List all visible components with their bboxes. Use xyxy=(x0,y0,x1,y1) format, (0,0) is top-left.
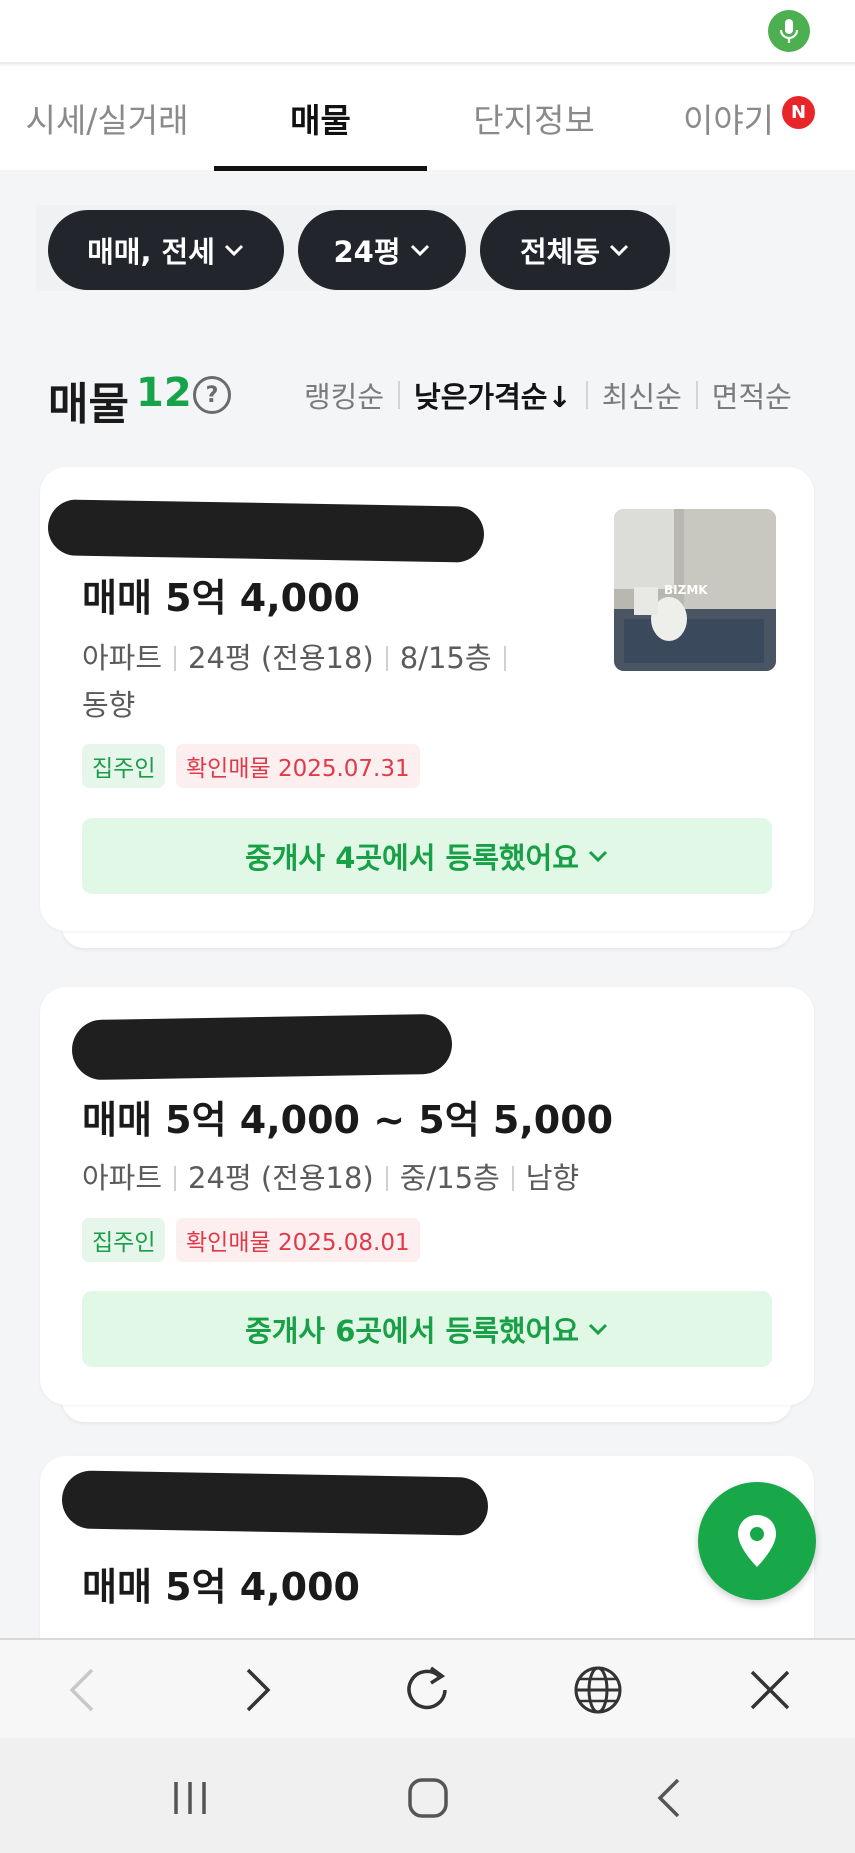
recent-apps-icon[interactable] xyxy=(160,1768,220,1828)
sort-ranking[interactable]: 랭킹순 xyxy=(304,374,384,416)
tab-complex-info[interactable]: 단지정보 xyxy=(427,66,641,170)
divider xyxy=(695,381,698,409)
redacted-name xyxy=(61,1470,489,1536)
help-icon[interactable]: ? xyxy=(193,376,231,414)
tab-price-history[interactable]: 시세/실거래 xyxy=(0,66,214,170)
sort-low-price[interactable]: 낮은가격순↓ xyxy=(414,374,572,416)
owner-tag: 집주인 xyxy=(82,1218,166,1262)
home-icon[interactable] xyxy=(398,1768,458,1828)
sort-newest[interactable]: 최신순 xyxy=(602,374,682,416)
info-floor: 중/15층 xyxy=(399,1161,500,1195)
listings-title: 매물 xyxy=(48,379,129,430)
listing-price: 매매 5억 4,000 ~ 5억 5,000 xyxy=(82,1098,614,1142)
info-size: 24평 (전용18) xyxy=(188,641,374,675)
globe-icon[interactable] xyxy=(570,1662,626,1718)
chevron-down-icon xyxy=(224,244,243,257)
owner-tag: 집주인 xyxy=(82,744,166,788)
filter-size[interactable]: 24평 xyxy=(298,210,466,290)
chevron-down-icon xyxy=(588,850,607,863)
listing-photo[interactable]: BIZMK xyxy=(614,509,776,671)
info-type: 아파트 xyxy=(82,641,163,675)
map-button[interactable] xyxy=(698,1482,816,1600)
filter-label: 전체동 xyxy=(519,235,601,269)
listings-header: 매물 12 ? 랭킹순 낮은가격순↓ 최신순 면적순 xyxy=(48,360,818,430)
info-direction: 남향 xyxy=(525,1161,580,1195)
top-bar xyxy=(0,0,855,64)
listing-price: 매매 5억 4,000 xyxy=(82,1565,360,1609)
listing-card[interactable]: 매매 5억 4,000 아파트 24평 (전용18) 8/15층 동향 집주인 확인… xyxy=(40,467,814,931)
listing-price: 매매 5억 4,000 xyxy=(82,576,360,620)
refresh-icon[interactable] xyxy=(399,1662,455,1718)
filter-label: 24평 xyxy=(333,235,401,269)
forward-icon[interactable] xyxy=(230,1662,286,1718)
info-floor: 8/15층 xyxy=(399,641,492,675)
listing-info: 아파트 24평 (전용18) 중/15층 남향 xyxy=(82,1155,579,1202)
filter-bar: 매매, 전세 24평 전체동 xyxy=(36,205,676,291)
agents-button[interactable]: 중개사 4곳에서 등록했어요 xyxy=(82,818,772,894)
listing-info: 아파트 24평 (전용18) 8/15층 xyxy=(82,635,518,682)
agents-label: 중개사 4곳에서 등록했어요 xyxy=(245,841,579,875)
filter-building[interactable]: 전체동 xyxy=(480,210,670,290)
filter-label: 매매, 전세 xyxy=(87,235,215,269)
close-icon[interactable] xyxy=(742,1662,798,1718)
redacted-name xyxy=(47,499,485,563)
agents-label: 중개사 6곳에서 등록했어요 xyxy=(245,1314,579,1348)
info-type: 아파트 xyxy=(82,1161,163,1195)
filter-deal-type[interactable]: 매매, 전세 xyxy=(48,210,284,290)
system-nav-bar xyxy=(0,1738,855,1853)
listings-count: 12 xyxy=(136,370,192,416)
divider xyxy=(398,381,401,409)
back-icon[interactable] xyxy=(54,1662,110,1718)
chevron-down-icon xyxy=(588,1323,607,1336)
info-direction: 동향 xyxy=(82,688,136,722)
chevron-down-icon xyxy=(410,244,429,257)
sort-options: 랭킹순 낮은가격순↓ 최신순 면적순 xyxy=(304,374,792,416)
new-badge: N xyxy=(782,96,815,129)
verified-tag: 확인매물 2025.07.31 xyxy=(176,744,420,788)
sort-area[interactable]: 면적순 xyxy=(712,374,792,416)
agents-button[interactable]: 중개사 6곳에서 등록했어요 xyxy=(82,1291,772,1367)
listing-card[interactable]: 매매 5억 4,000 ~ 5억 5,000 아파트 24평 (전용18) 중/15… xyxy=(40,987,814,1405)
info-size: 24평 (전용18) xyxy=(188,1161,374,1195)
system-back-icon[interactable] xyxy=(638,1768,698,1828)
browser-toolbar xyxy=(0,1638,855,1738)
redacted-name xyxy=(71,1013,453,1081)
tab-listings[interactable]: 매물 xyxy=(214,66,427,170)
chevron-down-icon xyxy=(609,244,629,257)
divider xyxy=(585,381,588,409)
verified-tag: 확인매물 2025.08.01 xyxy=(176,1218,420,1262)
active-tab-indicator xyxy=(214,166,427,171)
mic-icon[interactable] xyxy=(768,10,810,52)
tab-bar: 시세/실거래 매물 단지정보 이야기 N xyxy=(0,66,855,171)
photo-watermark: BIZMK xyxy=(664,583,708,597)
location-pin-icon xyxy=(738,1515,776,1567)
